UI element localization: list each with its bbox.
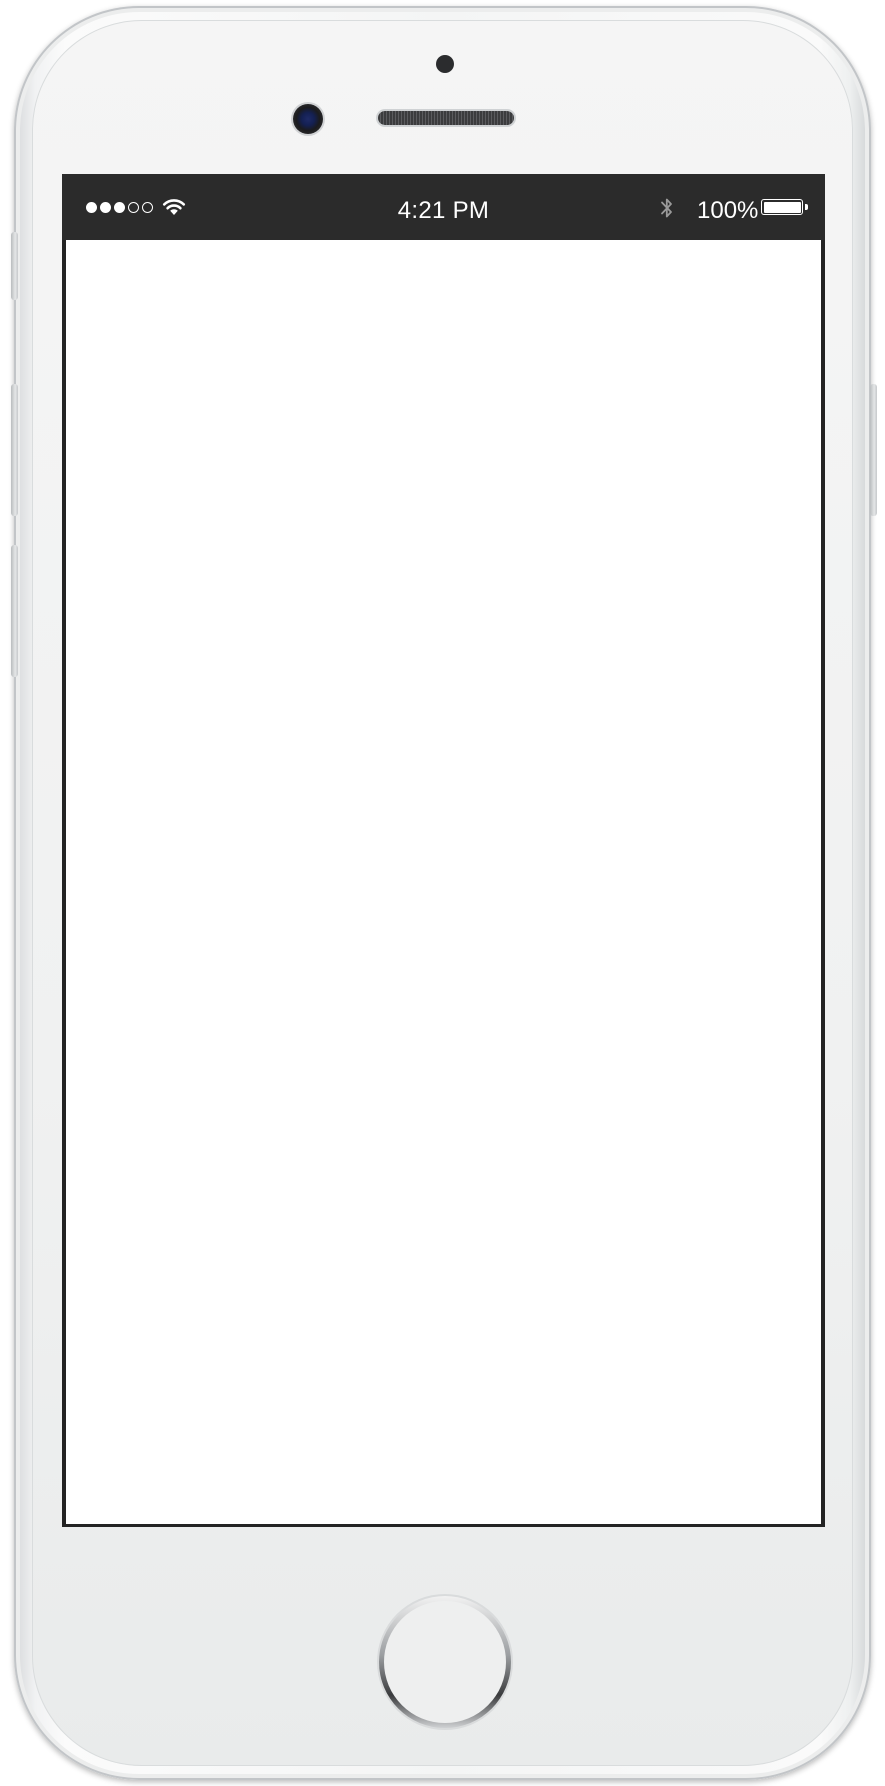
proximity-sensor xyxy=(436,55,454,73)
front-camera-icon xyxy=(293,104,323,134)
app-screen-content[interactable] xyxy=(66,240,821,1524)
battery-level-fill xyxy=(763,201,801,213)
battery-icon xyxy=(761,199,803,215)
earpiece-speaker xyxy=(378,111,514,125)
mute-switch xyxy=(11,232,18,300)
bluetooth-icon xyxy=(661,198,672,218)
battery-percentage: 100% xyxy=(697,197,759,224)
volume-up-button xyxy=(11,384,18,516)
volume-down-button xyxy=(11,545,18,677)
status-bar: 4:21 PM 100% xyxy=(62,174,825,240)
home-button[interactable] xyxy=(379,1596,511,1728)
battery-tip xyxy=(805,204,808,210)
power-button xyxy=(870,384,877,516)
